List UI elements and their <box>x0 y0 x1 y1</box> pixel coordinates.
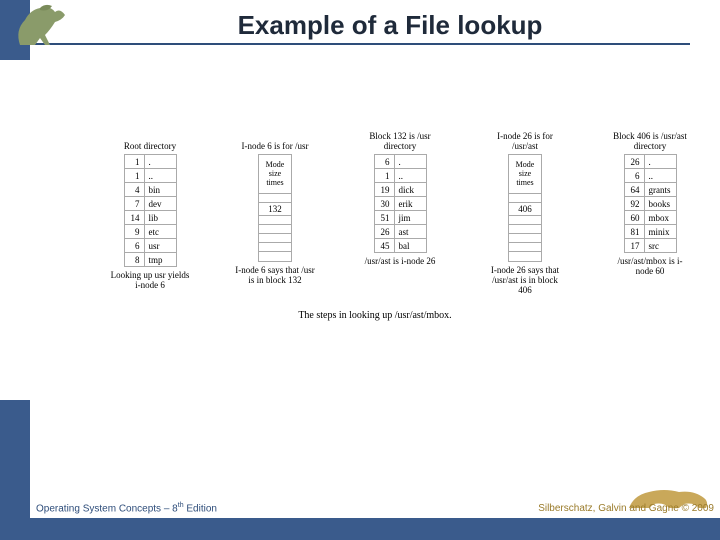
column-caption: /usr/ast is i-node 26 <box>365 257 436 267</box>
block-132-column: Block 132 is /usr directory 6. 1.. 19dic… <box>360 120 440 267</box>
footer-text: Edition <box>184 503 217 514</box>
table-row: 45bal <box>374 239 426 253</box>
inode-box: Mode size times 132 <box>258 154 292 262</box>
root-directory-column: Root directory 1. 1.. 4bin 7dev 14lib 9e… <box>110 120 190 291</box>
inode-body: Mode size times <box>259 155 291 194</box>
footer-left: Operating System Concepts – 8th Edition <box>36 502 217 514</box>
table-row: 26. <box>624 155 676 169</box>
title-rule <box>30 43 690 45</box>
column-header: Block 406 is /usr/ast directory <box>610 120 690 154</box>
table-row: 8tmp <box>124 253 176 267</box>
footer-text: Operating System Concepts – 8 <box>36 503 178 514</box>
diagram: Root directory 1. 1.. 4bin 7dev 14lib 9e… <box>110 120 690 296</box>
inode-body: Mode size times <box>509 155 541 194</box>
column-header: I-node 6 is for /usr <box>242 120 309 154</box>
table-row: 17src <box>624 239 676 253</box>
table-row: 1.. <box>374 169 426 183</box>
table-row: 14lib <box>124 211 176 225</box>
inode-box: Mode size times 406 <box>508 154 542 262</box>
figure-caption: The steps in looking up /usr/ast/mbox. <box>30 310 720 321</box>
table-row: 4bin <box>124 183 176 197</box>
inode-pointer: 406 <box>509 203 541 216</box>
inode-pointer: 132 <box>259 203 291 216</box>
table-row: 6.. <box>624 169 676 183</box>
table-row: 64grants <box>624 183 676 197</box>
sidebar-accent <box>0 60 30 400</box>
slide-title: Example of a File lookup <box>30 10 700 41</box>
table-row: 81minix <box>624 225 676 239</box>
column-caption: Looking up usr yields i-node 6 <box>110 271 190 291</box>
table-row: 1. <box>124 155 176 169</box>
table-row: 6. <box>374 155 426 169</box>
table-row: 51jim <box>374 211 426 225</box>
table-row: 1.. <box>124 169 176 183</box>
dinosaur-icon <box>10 0 80 52</box>
column-header: Block 132 is /usr directory <box>360 120 440 154</box>
column-caption: I-node 6 says that /usr is in block 132 <box>235 266 315 286</box>
table-row: 30erik <box>374 197 426 211</box>
inode-6-column: I-node 6 is for /usr Mode size times 132… <box>235 120 315 286</box>
block-406-table: 26. 6.. 64grants 92books 60mbox 81minix … <box>624 154 677 253</box>
table-row: 9etc <box>124 225 176 239</box>
table-row: 19dick <box>374 183 426 197</box>
column-caption: I-node 26 says that /usr/ast is in block… <box>485 266 565 296</box>
inode-26-column: I-node 26 is for /usr/ast Mode size time… <box>485 120 565 296</box>
slide: Example of a File lookup Root directory … <box>0 0 720 540</box>
block-406-column: Block 406 is /usr/ast directory 26. 6.. … <box>610 120 690 277</box>
table-row: 26ast <box>374 225 426 239</box>
column-caption: /usr/ast/mbox is i-node 60 <box>610 257 690 277</box>
footer-right: Silberschatz, Galvin and Gagne © 2009 <box>538 503 714 514</box>
root-directory-table: 1. 1.. 4bin 7dev 14lib 9etc 6usr 8tmp <box>124 154 177 267</box>
column-header: Root directory <box>124 120 176 154</box>
column-header: I-node 26 is for /usr/ast <box>485 120 565 154</box>
header: Example of a File lookup <box>30 0 720 51</box>
table-row: 60mbox <box>624 211 676 225</box>
table-row: 7dev <box>124 197 176 211</box>
table-row: 92books <box>624 197 676 211</box>
table-row: 6usr <box>124 239 176 253</box>
block-132-table: 6. 1.. 19dick 30erik 51jim 26ast 45bal <box>374 154 427 253</box>
